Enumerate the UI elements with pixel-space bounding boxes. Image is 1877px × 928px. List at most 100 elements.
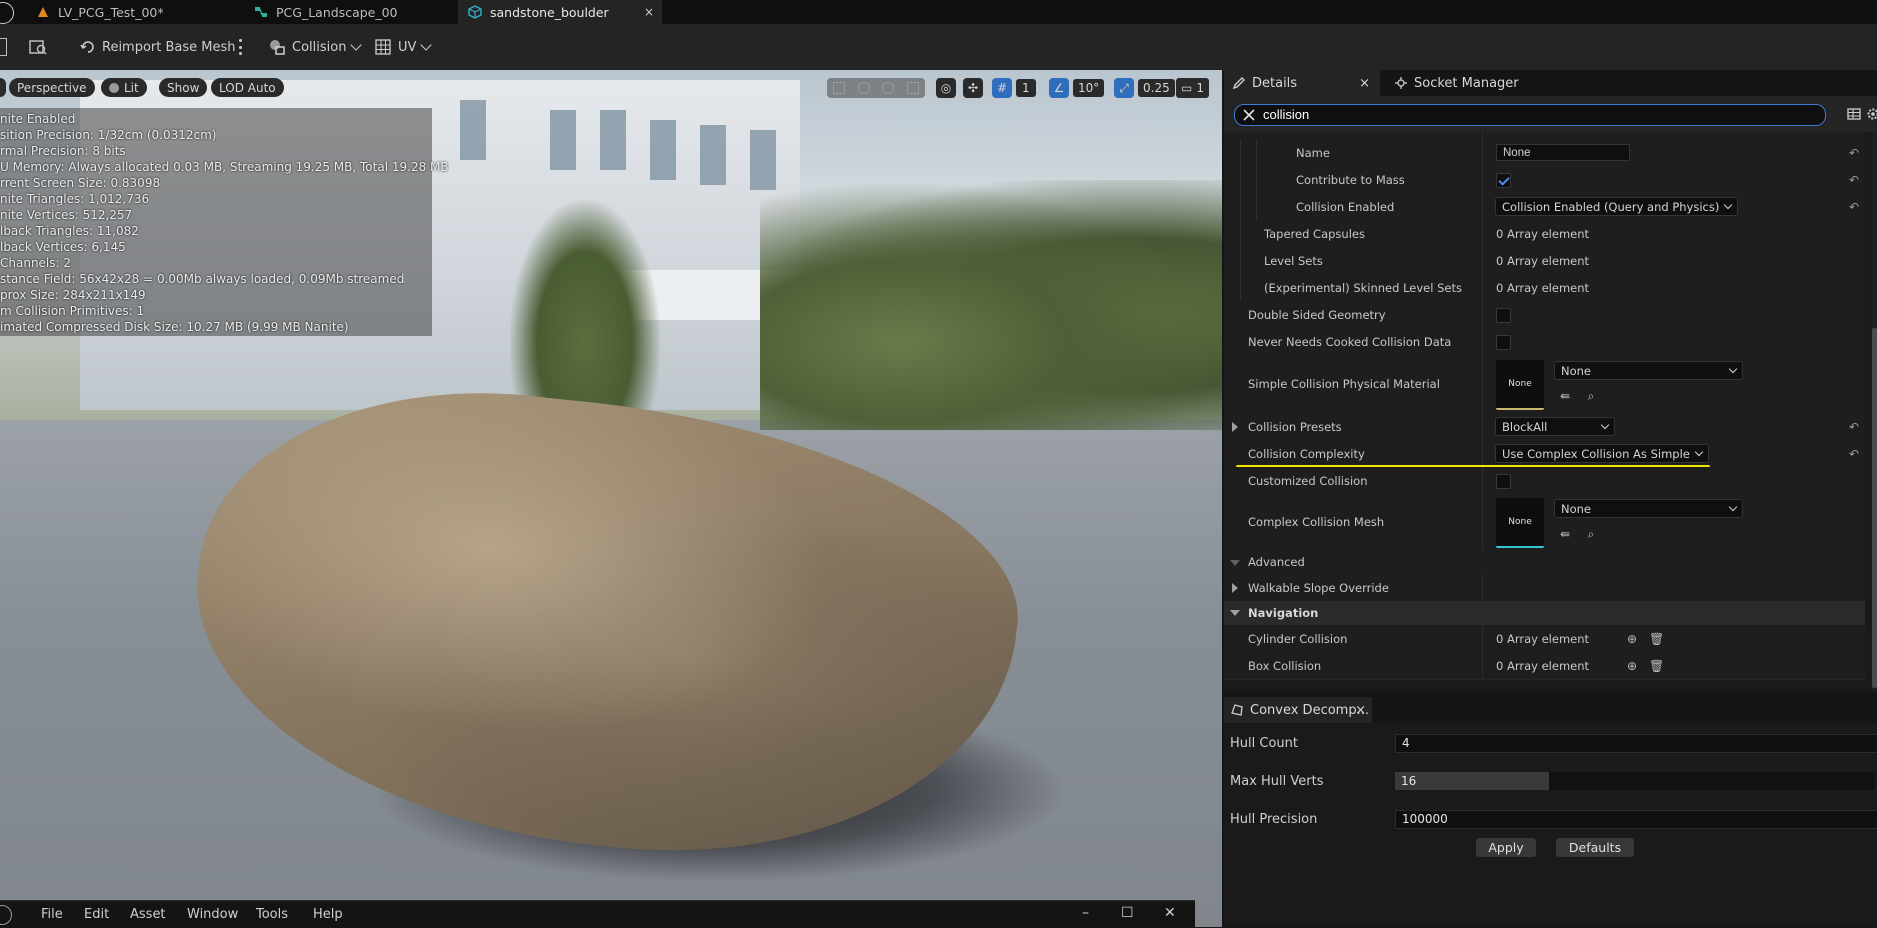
double-sided-geometry-checkbox[interactable] xyxy=(1496,308,1511,323)
more-options-icon[interactable] xyxy=(239,39,243,55)
uv-menu-button[interactable]: UV xyxy=(374,35,430,59)
collapse-arrow-icon[interactable] xyxy=(1230,610,1240,616)
app-logo-icon[interactable] xyxy=(0,905,12,925)
delete-icon[interactable]: 🗑 xyxy=(1649,632,1663,646)
hull-count-field[interactable]: 4 xyxy=(1395,734,1877,753)
use-selected-asset-icon[interactable]: ⇚ xyxy=(1558,527,1572,541)
tab-pcg-landscape[interactable]: PCG_Landscape_00 xyxy=(254,0,454,24)
name-field[interactable] xyxy=(1496,144,1630,161)
menu-tools[interactable]: Tools xyxy=(256,907,288,922)
surface-snap-toggle[interactable]: ✣ xyxy=(963,78,983,98)
angle-snap-button[interactable]: ∠ 10° xyxy=(1049,78,1104,98)
simple-physmat-thumbnail[interactable]: None xyxy=(1496,360,1544,410)
details-search-input[interactable] xyxy=(1263,106,1313,123)
reset-to-default-icon[interactable]: ↶ xyxy=(1849,146,1859,160)
viewport-menu-icon[interactable] xyxy=(0,78,6,97)
details-search-box[interactable] xyxy=(1234,104,1826,126)
convex-close-icon[interactable]: × xyxy=(1355,703,1366,718)
add-element-icon[interactable]: ⊕ xyxy=(1625,659,1639,673)
complex-mesh-dropdown[interactable]: None xyxy=(1554,499,1743,518)
app-logo-icon[interactable] xyxy=(0,2,14,24)
collision-complexity-value: Use Complex Collision As Simple xyxy=(1502,447,1690,461)
complex-mesh-thumbnail[interactable]: None xyxy=(1496,498,1544,548)
details-scrollbar-thumb[interactable] xyxy=(1872,328,1877,688)
reset-to-default-icon[interactable]: ↶ xyxy=(1849,420,1859,434)
stat-line: sition Precision: 1/32cm (0.0312cm) xyxy=(0,127,216,143)
use-selected-asset-icon[interactable]: ⇚ xyxy=(1558,389,1572,403)
hull-precision-field[interactable]: 100000 xyxy=(1395,810,1877,829)
reset-to-default-icon[interactable]: ↶ xyxy=(1849,447,1859,461)
add-element-icon[interactable]: ⊕ xyxy=(1625,632,1639,646)
mesh-viewport[interactable]: Perspective Lit Show LOD Auto ◎ ✣ # 1 ∠ … xyxy=(0,70,1222,927)
row-navigation-category[interactable]: Navigation xyxy=(1224,601,1865,626)
tab-sandstone-boulder[interactable]: sandstone_boulder × xyxy=(458,0,662,24)
menu-asset[interactable]: Asset xyxy=(130,907,166,922)
defaults-button[interactable]: Defaults xyxy=(1556,838,1634,857)
expand-arrow-icon[interactable] xyxy=(1232,583,1238,593)
thumbnail-none-label: None xyxy=(1508,517,1531,527)
clear-search-icon[interactable] xyxy=(1243,109,1255,121)
max-hull-verts-slider[interactable]: 16 xyxy=(1395,772,1875,790)
collision-complexity-dropdown[interactable]: Use Complex Collision As Simple xyxy=(1495,444,1709,463)
toolbar-left-icon[interactable] xyxy=(0,38,7,56)
menu-edit[interactable]: Edit xyxy=(84,907,109,922)
delete-icon[interactable]: 🗑 xyxy=(1649,659,1663,673)
lod-button[interactable]: LOD Auto xyxy=(211,78,284,97)
simple-physmat-dropdown[interactable]: None xyxy=(1554,361,1743,380)
browse-asset-icon[interactable]: ⌕ xyxy=(1584,527,1598,541)
menu-help[interactable]: Help xyxy=(313,907,343,922)
translate-tool-icon[interactable] xyxy=(858,82,870,94)
collision-menu-button[interactable]: Collision xyxy=(268,35,360,59)
tab-close-icon[interactable]: × xyxy=(644,5,654,19)
menu-file[interactable]: File xyxy=(41,907,63,922)
select-tool-icon[interactable] xyxy=(833,82,845,94)
name-label: Name xyxy=(1296,146,1330,160)
customized-collision-checkbox[interactable] xyxy=(1496,474,1511,489)
tab-convex-decomposition[interactable]: Convex Decomp... × xyxy=(1224,697,1372,723)
contribute-to-mass-checkbox[interactable] xyxy=(1496,173,1511,188)
reset-to-default-icon[interactable]: ↶ xyxy=(1849,200,1859,214)
row-walkable-slope-override: Walkable Slope Override xyxy=(1224,574,1865,602)
chevron-down-icon xyxy=(1695,447,1703,455)
collision-presets-dropdown[interactable]: BlockAll xyxy=(1495,417,1615,436)
walkable-slope-override-label: Walkable Slope Override xyxy=(1248,581,1389,595)
collision-complexity-label: Collision Complexity xyxy=(1248,447,1365,461)
lit-button[interactable]: Lit xyxy=(101,78,147,97)
chevron-down-icon xyxy=(1601,420,1609,428)
close-window-button[interactable]: ✕ xyxy=(1164,905,1176,921)
scale-snap-button[interactable]: ⤢ 0.25 xyxy=(1114,78,1175,98)
tab-details[interactable]: Details × xyxy=(1224,70,1380,96)
perspective-button[interactable]: Perspective xyxy=(9,78,95,97)
minimize-button[interactable]: – xyxy=(1082,905,1089,921)
browse-asset-icon[interactable]: ⌕ xyxy=(1584,389,1598,403)
socket-tab-label: Socket Manager xyxy=(1414,76,1519,91)
expand-arrow-icon[interactable] xyxy=(1232,422,1238,432)
row-advanced[interactable]: Advanced xyxy=(1224,550,1865,575)
collapse-arrow-icon[interactable] xyxy=(1230,560,1240,566)
scale-snap-value: 0.25 xyxy=(1138,79,1175,97)
show-button[interactable]: Show xyxy=(159,78,207,97)
scale-tool-icon[interactable] xyxy=(907,82,919,94)
property-matrix-icon[interactable] xyxy=(1847,107,1861,121)
rotate-tool-icon[interactable] xyxy=(882,82,894,94)
stat-line: rrent Screen Size: 0.83098 xyxy=(0,175,160,191)
menu-window[interactable]: Window xyxy=(187,907,238,922)
maximize-button[interactable]: ☐ xyxy=(1121,905,1134,921)
settings-gear-icon[interactable] xyxy=(1866,107,1877,121)
grid-snap-button[interactable]: # 1 xyxy=(992,78,1036,98)
slider-fill xyxy=(1395,772,1549,790)
max-hull-verts-value: 16 xyxy=(1401,772,1416,790)
never-needs-cooked-checkbox[interactable] xyxy=(1496,335,1511,350)
uv-label: UV xyxy=(398,40,416,55)
tab-socket-manager[interactable]: Socket Manager xyxy=(1394,70,1519,96)
reimport-base-mesh-button[interactable]: Reimport Base Mesh xyxy=(80,35,236,59)
tab-lv-pcg-test[interactable]: LV_PCG_Test_00* xyxy=(36,0,246,24)
browse-asset-icon[interactable] xyxy=(28,37,48,57)
reset-to-default-icon[interactable]: ↶ xyxy=(1849,173,1859,187)
world-local-toggle[interactable]: ◎ xyxy=(936,78,956,98)
camera-speed-button[interactable]: ▭ 1 xyxy=(1176,78,1209,98)
details-close-icon[interactable]: × xyxy=(1359,76,1370,91)
transform-tools-group xyxy=(827,78,925,98)
apply-button[interactable]: Apply xyxy=(1476,838,1536,857)
collision-enabled-dropdown[interactable]: Collision Enabled (Query and Physics) xyxy=(1495,197,1738,216)
